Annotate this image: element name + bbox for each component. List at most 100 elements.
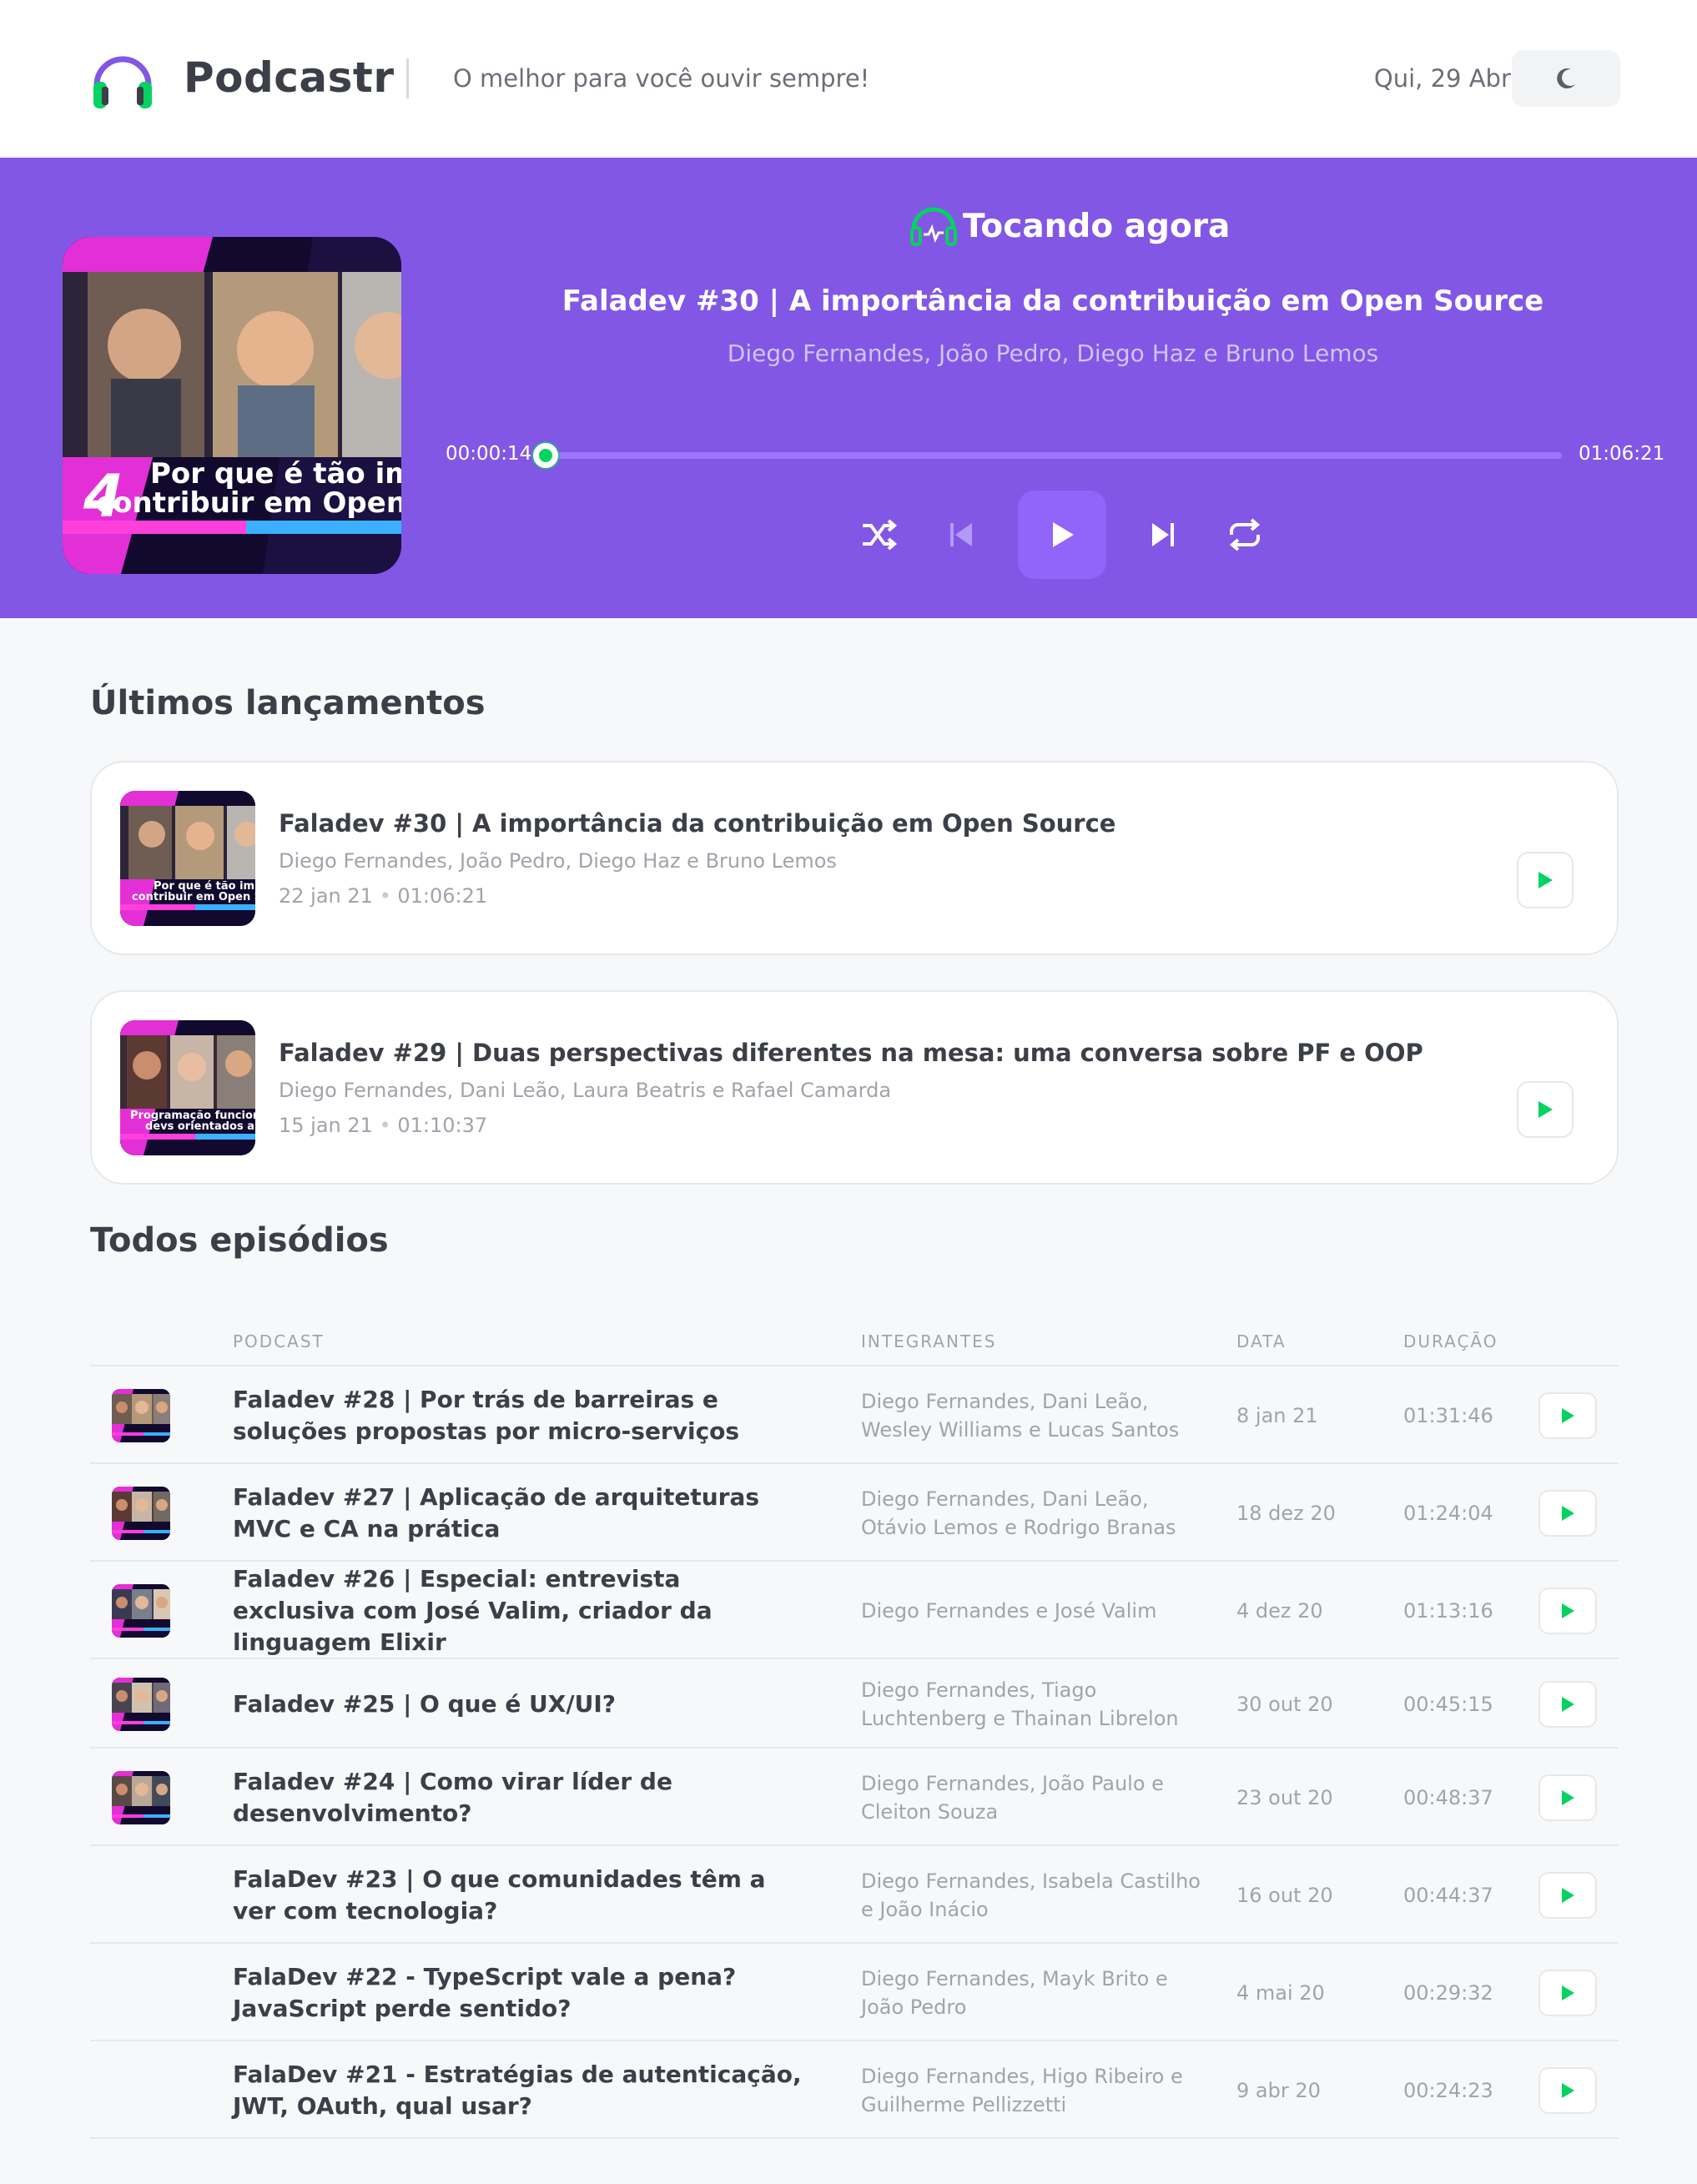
table-row[interactable]: FalaDev #22 - TypeScript vale a pena? Ja… [90,1944,1619,2041]
play-episode-button[interactable] [1538,1969,1597,2016]
episode-members: Diego Fernandes, Isabela Castilho e João… [861,1869,1201,1921]
header-tagline: O melhor para você ouvir sempre! [453,64,870,93]
episode-members: Diego Fernandes, Dani Leão, Otávio Lemos… [861,1487,1176,1539]
headphones-logo-icon[interactable] [90,47,155,112]
moon-icon [1557,68,1575,89]
episode-members: Diego Fernandes e José Valim [861,1598,1157,1623]
now-playing-members: Diego Fernandes, João Pedro, Diego Haz e… [727,340,1379,367]
play-icon [1562,1696,1574,1712]
table-row[interactable]: Faladev #27 | Aplicação de arquiteturas … [90,1464,1619,1562]
play-episode-button[interactable] [1538,1489,1597,1537]
table-row[interactable]: Faladev #25 | O que é UX/UI? Diego Fernan… [90,1659,1619,1749]
meta-separator: • [379,1114,398,1137]
play-icon [1562,1603,1574,1618]
svg-text:devs orientados a o: devs orientados a o [145,1120,255,1133]
play-icon [1562,2082,1574,2098]
repeat-icon [1229,518,1261,551]
column-header-members: INTEGRANTES [861,1331,997,1351]
total-time: 01:06:21 [1579,443,1665,465]
player-controls [854,491,1270,579]
play-icon [1562,1407,1574,1423]
episode-title[interactable]: FalaDev #23 | O que comunidades têm a ve… [233,1864,808,1927]
play-icon [1053,522,1074,547]
episode-date: 18 dez 20 [1236,1501,1336,1525]
now-playing-label: Tocando agora [963,207,1231,245]
svg-text:contribuir em Open S: contribuir em Open S [132,891,255,903]
next-icon [1152,523,1174,546]
episode-title[interactable]: FalaDev #21 - Estratégias de autenticaçã… [233,2059,808,2122]
release-card[interactable]: Por que é tão imp contribuir em Open S F… [90,761,1619,955]
episode-duration: 00:44:37 [1403,1883,1493,1907]
play-button[interactable] [1018,491,1106,579]
player-banner: 4 Por que é tão imp contribuir em Open S… [0,158,1697,618]
next-button[interactable] [1138,510,1188,560]
shuffle-button[interactable] [854,510,904,560]
column-header-date: DATA [1236,1331,1287,1351]
table-row[interactable]: Faladev #26 | Especial: entrevista exclu… [90,1562,1619,1659]
release-duration: 01:06:21 [397,884,488,908]
episode-thumbnail [112,1677,170,1731]
column-header-podcast: PODCAST [233,1331,325,1351]
play-episode-button[interactable] [1538,2066,1597,2114]
episode-date: 9 abr 20 [1236,2078,1321,2102]
episode-duration: 01:31:46 [1403,1403,1493,1427]
play-icon [1538,872,1553,888]
episode-duration: 00:45:15 [1403,1692,1493,1716]
now-playing-cover: 4 Por que é tão imp contribuir em Open S [63,237,401,574]
all-episodes-heading: Todos episódios [90,1221,389,1260]
release-title[interactable]: Faladev #29 | Duas perspectivas diferent… [279,1039,1423,1067]
app-header: Podcastr O melhor para você ouvir sempre… [0,0,1697,157]
release-meta: 15 jan 21 • 01:10:37 [279,1114,487,1137]
table-row[interactable]: FalaDev #23 | O que comunidades têm a ve… [90,1846,1619,1944]
table-row[interactable]: FalaDev #21 - Estratégias de autenticaçã… [90,2041,1619,2139]
episode-date: 8 jan 21 [1236,1403,1318,1427]
episode-members: Diego Fernandes, Mayk Brito e João Pedro [861,1966,1168,2019]
play-episode-button[interactable] [1538,1680,1597,1728]
episode-title[interactable]: Faladev #25 | O que é UX/UI? [233,1688,808,1720]
brand-name[interactable]: Podcastr [184,53,395,102]
episode-duration: 01:13:16 [1403,1598,1493,1623]
repeat-button[interactable] [1220,510,1270,560]
previous-button[interactable] [936,510,986,560]
episode-duration: 00:29:32 [1403,1980,1493,2005]
progress-slider[interactable] [542,452,1562,459]
episode-thumbnail [112,1486,170,1540]
play-episode-button[interactable] [1517,1081,1574,1138]
release-date: 15 jan 21 [279,1114,373,1137]
release-members: Diego Fernandes, João Pedro, Diego Haz e… [279,849,837,873]
episode-title[interactable]: Faladev #24 | Como virar líder de desenv… [233,1766,808,1829]
episode-thumbnail: Por que é tão imp contribuir em Open S [120,791,255,926]
play-episode-button[interactable] [1517,852,1574,908]
release-card[interactable]: Programação funcion devs orientados a o … [90,990,1619,1185]
now-playing-heading: Tocando agora [909,204,1230,248]
release-title[interactable]: Faladev #30 | A importância da contribui… [279,809,1115,838]
episode-members: Diego Fernandes, Tiago Luchtenberg e Tha… [861,1678,1179,1730]
play-episode-button[interactable] [1538,1391,1597,1439]
play-episode-button[interactable] [1538,1774,1597,1821]
header-divider [406,58,409,98]
episode-members: Diego Fernandes, Higo Ribeiro e Guilherm… [861,2064,1183,2116]
episode-date: 16 out 20 [1236,1883,1333,1907]
column-header-duration: DURAÇÃO [1403,1331,1498,1351]
episode-date: 30 out 20 [1236,1692,1333,1716]
play-episode-button[interactable] [1538,1871,1597,1919]
play-icon [1562,1985,1574,2000]
episode-duration: 01:24:04 [1403,1501,1493,1525]
episode-title[interactable]: FalaDev #22 - TypeScript vale a pena? Ja… [233,1961,808,2025]
episode-title[interactable]: Faladev #26 | Especial: entrevista exclu… [233,1563,808,1658]
episode-date: 4 mai 20 [1236,1980,1325,2005]
table-row[interactable]: Faladev #28 | Por trás de barreiras e so… [90,1366,1619,1464]
table-row[interactable]: Faladev #24 | Como virar líder de desenv… [90,1749,1619,1846]
table-header: PODCAST INTEGRANTES DATA DURAÇÃO [90,1316,1619,1366]
episode-title[interactable]: Faladev #27 | Aplicação de arquiteturas … [233,1482,808,1545]
header-date: Qui, 29 Abril [1373,64,1524,93]
play-icon [1538,1101,1553,1118]
theme-toggle-button[interactable] [1512,50,1620,107]
episode-title[interactable]: Faladev #28 | Por trás de barreiras e so… [233,1384,808,1447]
episode-date: 23 out 20 [1236,1785,1333,1809]
progress-handle[interactable] [533,443,559,468]
release-meta: 22 jan 21 • 01:06:21 [279,884,487,908]
cover-caption-line1: Por que é tão imp [150,457,401,491]
episode-duration: 00:24:23 [1403,2078,1493,2102]
play-episode-button[interactable] [1538,1587,1597,1634]
